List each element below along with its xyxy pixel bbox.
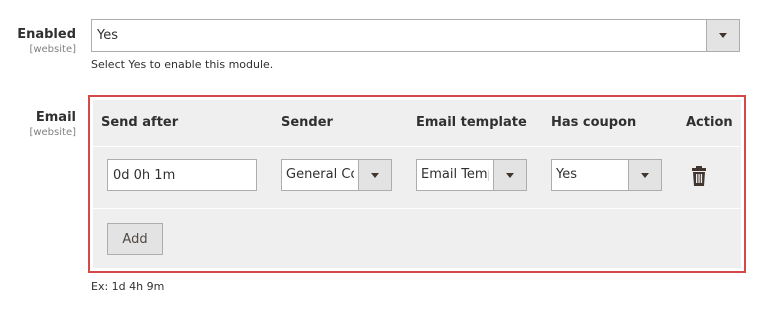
has-coupon-select[interactable]: Yes — [551, 159, 662, 191]
enabled-select[interactable]: Yes — [91, 19, 740, 52]
chevron-down-icon — [506, 172, 514, 178]
email-label-group: Email [website] — [29, 110, 76, 139]
column-send-after: Send after — [101, 115, 179, 130]
send-after-input[interactable] — [107, 159, 257, 191]
sender-select[interactable]: General Contact — [281, 159, 392, 191]
has-coupon-select-value: Yes — [556, 167, 577, 182]
email-template-select[interactable]: Email Template — [416, 159, 527, 191]
chevron-down-icon — [719, 33, 727, 38]
enabled-scope: [website] — [29, 44, 76, 55]
trash-icon[interactable] — [691, 166, 707, 186]
enabled-select-value: Yes — [97, 28, 118, 43]
sender-select-arrow[interactable] — [358, 160, 391, 190]
enabled-label-group: Enabled [website] — [17, 27, 76, 56]
add-button[interactable]: Add — [107, 223, 163, 255]
chevron-down-icon — [641, 172, 649, 178]
email-label: Email — [35, 110, 76, 125]
column-has-coupon: Has coupon — [551, 115, 637, 130]
chevron-down-icon — [371, 172, 379, 178]
has-coupon-select-arrow[interactable] — [628, 160, 661, 190]
enabled-note: Select Yes to enable this module. — [91, 58, 274, 71]
enabled-label: Enabled — [17, 27, 76, 42]
enabled-select-arrow[interactable] — [706, 20, 739, 51]
email-template-select-value: Email Template — [421, 167, 489, 182]
email-note: Ex: 1d 4h 9m — [91, 280, 165, 293]
sender-select-value: General Contact — [286, 167, 354, 182]
column-email-template: Email template — [416, 115, 527, 130]
header-divider — [91, 146, 740, 147]
column-action: Action — [686, 115, 733, 130]
column-sender: Sender — [281, 115, 333, 130]
email-template-select-arrow[interactable] — [493, 160, 526, 190]
email-scope: [website] — [29, 127, 76, 138]
row-divider — [91, 208, 740, 209]
